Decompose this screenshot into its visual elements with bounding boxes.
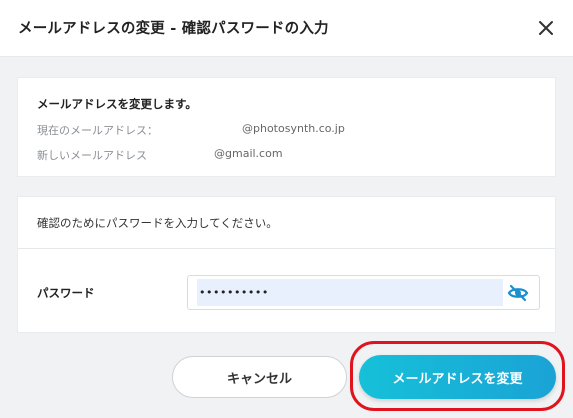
dialog-title: メールアドレスの変更 - 確認パスワードの入力 — [18, 21, 329, 37]
password-card: 確認のためにパスワードを入力してください。 パスワード — [17, 196, 556, 333]
new-email-row: 新しいメールアドレス @gmail.com — [37, 147, 283, 163]
email-change-info-card: メールアドレスを変更します。 現在のメールアドレス： @photosynth.c… — [17, 77, 556, 177]
eye-slash-icon — [507, 284, 529, 302]
password-label: パスワード — [37, 286, 95, 300]
password-field — [187, 275, 540, 310]
dialog-header: メールアドレスの変更 - 確認パスワードの入力 — [0, 0, 573, 57]
current-email-row: 現在のメールアドレス： @photosynth.co.jp — [37, 122, 345, 138]
info-heading: メールアドレスを変更します。 — [37, 97, 197, 111]
current-email-label: 現在のメールアドレス： — [37, 124, 158, 137]
toggle-visibility-button[interactable] — [507, 283, 529, 303]
close-icon — [539, 21, 553, 35]
new-email-label: 新しいメールアドレス — [37, 149, 147, 162]
current-email-value: @photosynth.co.jp — [242, 122, 345, 135]
password-instruction: 確認のためにパスワードを入力してください。 — [37, 216, 278, 230]
close-button[interactable] — [534, 16, 558, 40]
divider — [18, 248, 555, 249]
cancel-button[interactable]: キャンセル — [172, 356, 347, 398]
password-input[interactable] — [197, 279, 503, 306]
change-email-button[interactable]: メールアドレスを変更 — [359, 355, 556, 399]
new-email-value: @gmail.com — [214, 147, 283, 160]
